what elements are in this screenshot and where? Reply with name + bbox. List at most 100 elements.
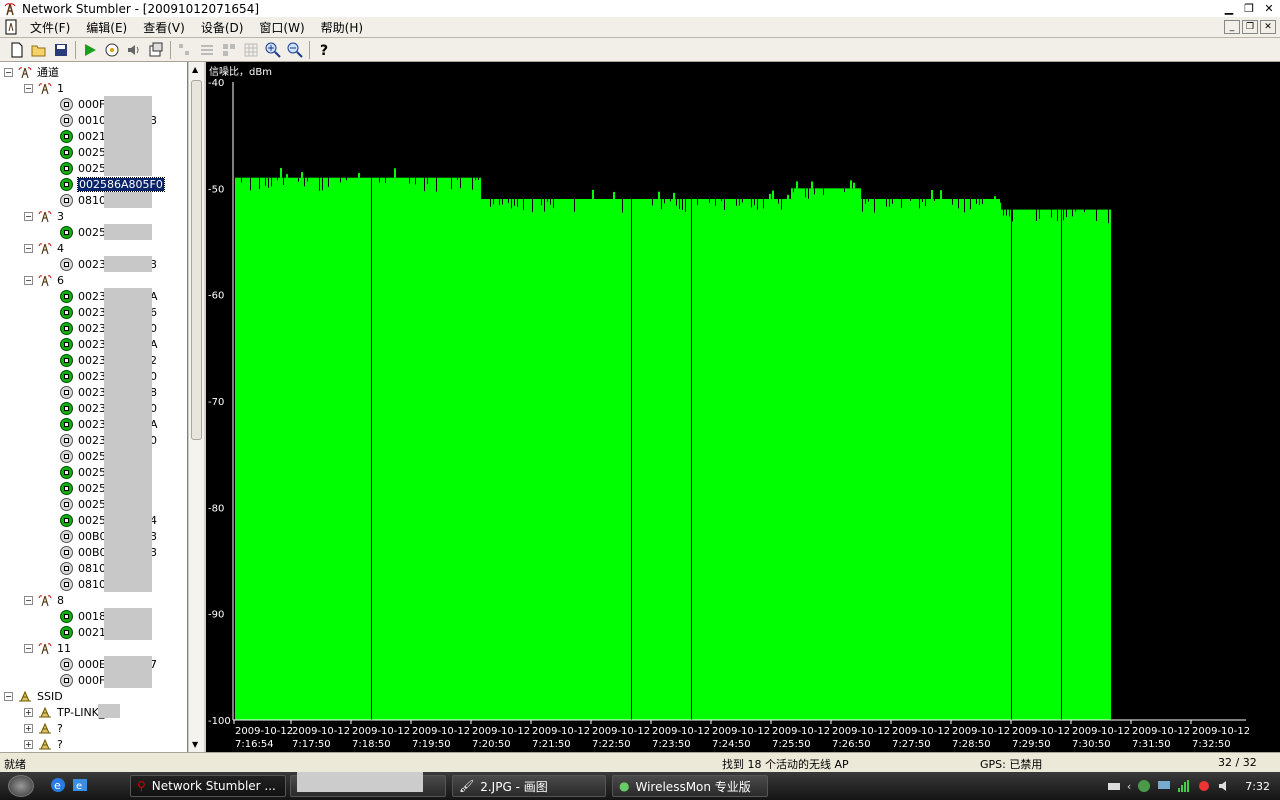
signal-gap (1011, 82, 1012, 720)
volume-icon[interactable] (1217, 779, 1231, 793)
tree-ap[interactable]: 0023 A (60, 416, 158, 432)
menu-device[interactable]: 设备(D) (195, 19, 250, 36)
redaction-block (104, 560, 152, 576)
list-view-icon (196, 39, 218, 61)
task-wirelessmon[interactable]: ● WirelessMon 专业版 (612, 775, 768, 797)
x-tick-date: 2009-10-12 (472, 726, 530, 737)
task-paint[interactable]: 🖌 2.JPG - 画图 (452, 775, 606, 797)
tree-ssid-item[interactable]: +? (24, 720, 63, 736)
tree-channel-3[interactable]: −3 (24, 208, 64, 224)
signal-dip (259, 177, 260, 190)
menu-window[interactable]: 窗口(W) (253, 19, 310, 36)
signal-dip (670, 198, 671, 202)
start-button[interactable] (8, 775, 34, 797)
speaker-icon[interactable] (123, 39, 145, 61)
tree-scrollbar[interactable]: ▲ ▼ (188, 62, 204, 752)
new-file-icon[interactable] (6, 39, 28, 61)
tree-ap[interactable]: 0025 (60, 144, 106, 160)
tree-ap[interactable]: 0023 0 (60, 368, 157, 384)
tree-channel-4[interactable]: −4 (24, 240, 64, 256)
tree-ap[interactable]: 002586A805F0 (60, 176, 165, 192)
tree-channel-8[interactable]: −8 (24, 592, 64, 608)
tree-ap[interactable]: 0023 3 (60, 256, 157, 272)
tree-ap[interactable]: 0023 0 (60, 432, 157, 448)
tree-ap[interactable]: 0010 3 (60, 112, 157, 128)
tree-ssid-item[interactable]: + TP-LINK_ (24, 704, 104, 720)
tree-ap[interactable]: 0023 6 (60, 304, 157, 320)
tree-channel-11[interactable]: −11 (24, 640, 71, 656)
tree-ap[interactable]: 0023 0 (60, 320, 157, 336)
zoom-out-icon[interactable] (284, 39, 306, 61)
signal-bar-segment (791, 188, 861, 720)
signal-peak (613, 191, 615, 199)
network-tree[interactable]: − 通道 −1 000F 0010 3 0021 0025 0025 002586A805F0 08… (0, 62, 188, 752)
tree-ap[interactable]: 0023 A (60, 336, 158, 352)
zoom-in-icon[interactable] (262, 39, 284, 61)
tree-ap[interactable]: 0025 (60, 480, 106, 496)
menu-help[interactable]: 帮助(H) (315, 19, 369, 36)
signal-dip (751, 198, 752, 208)
wifi-signal-icon[interactable] (1177, 779, 1191, 793)
tree-ap[interactable]: 0025 (60, 496, 106, 512)
ap-mac: 0023 (78, 257, 106, 271)
tree-ap[interactable]: 0025 (60, 448, 106, 464)
signal-dip (808, 188, 809, 199)
x-tick-time: 7:28:50 (952, 739, 991, 750)
mdi-restore-button[interactable]: ❐ (1242, 20, 1258, 34)
tree-channels-root[interactable]: − 通道 (4, 64, 59, 80)
properties-icon[interactable] (145, 39, 167, 61)
tree-ssid-item[interactable]: +? (24, 736, 63, 752)
save-icon[interactable] (50, 39, 72, 61)
tree-ap[interactable]: 0021 (60, 128, 106, 144)
task-network-stumbler[interactable]: ⚲ Network Stumbler ... (130, 775, 286, 797)
tree-ap[interactable]: 0810 (60, 192, 106, 208)
tree-channel-1[interactable]: −1 (24, 80, 64, 96)
network-icon[interactable] (1137, 779, 1151, 793)
tree-ap[interactable]: 0018 (60, 608, 106, 624)
ie-icon[interactable]: e (50, 777, 67, 794)
mdi-close-button[interactable]: ✕ (1260, 20, 1276, 34)
tree-ap[interactable]: 0025 (60, 224, 106, 240)
tree-channel-6[interactable]: −6 (24, 272, 64, 288)
start-scan-icon[interactable] (79, 39, 101, 61)
tree-ap[interactable]: 000F (60, 672, 105, 688)
tree-ap[interactable]: 0023 A (60, 288, 158, 304)
ap-mac: 0023 (78, 401, 106, 415)
active-ap-icon (60, 481, 73, 495)
x-tick-date: 2009-10-12 (1132, 726, 1190, 737)
tree-ap[interactable]: 0025 (60, 160, 106, 176)
task-redacted[interactable] (290, 772, 446, 797)
menu-file[interactable]: 文件(F) (24, 19, 76, 36)
tree-ap[interactable]: 0025 (60, 464, 106, 480)
qq-icon[interactable] (1197, 779, 1211, 793)
close-button[interactable]: ✕ (1262, 1, 1276, 15)
tray-expand-icon[interactable]: ‹ (1127, 780, 1131, 793)
menu-edit[interactable]: 编辑(E) (80, 19, 133, 36)
restore-button[interactable]: ❐ (1242, 1, 1256, 15)
tree-ap[interactable]: 0023 8 (60, 384, 157, 400)
tree-ap[interactable]: 0021 (60, 624, 106, 640)
tree-ap[interactable]: 000E 7 (60, 656, 157, 672)
tree-ap[interactable]: 00B0 3 (60, 528, 157, 544)
paint-icon: 🖌 (459, 779, 475, 793)
signal-peak (286, 174, 288, 178)
open-folder-icon[interactable] (28, 39, 50, 61)
minimize-button[interactable]: ▁ (1222, 1, 1236, 15)
tree-ssid-root[interactable]: − SSID (4, 688, 63, 704)
help-icon[interactable]: ? (313, 39, 335, 61)
x-tick-time: 7:29:50 (1012, 739, 1051, 750)
tree-ap[interactable]: 000F (60, 96, 105, 112)
outlook-icon[interactable]: e (72, 777, 89, 794)
document-icon[interactable] (2, 18, 20, 36)
monitor-icon[interactable] (1157, 779, 1171, 793)
tree-ap[interactable]: 0810 (60, 576, 106, 592)
tree-ap[interactable]: 0810 (60, 560, 106, 576)
tree-ap[interactable]: 0025 4 (60, 512, 157, 528)
auto-config-icon[interactable] (101, 39, 123, 61)
menu-view[interactable]: 查看(V) (137, 19, 191, 36)
mdi-minimize-button[interactable]: _ (1224, 20, 1240, 34)
tree-ap[interactable]: 00B0 3 (60, 544, 157, 560)
tree-ap[interactable]: 0023 2 (60, 352, 157, 368)
tree-ap[interactable]: 0023 0 (60, 400, 157, 416)
keyboard-icon[interactable] (1107, 779, 1121, 793)
